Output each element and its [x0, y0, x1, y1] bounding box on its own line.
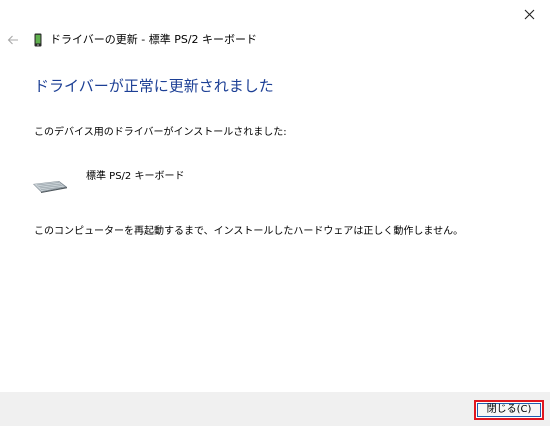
close-icon — [524, 9, 534, 19]
installed-message: このデバイス用のドライバーがインストールされました: — [34, 127, 287, 138]
window-close-button[interactable] — [516, 4, 542, 24]
dialog-header-title: ドライバーの更新 - 標準 PS/2 キーボード — [50, 33, 258, 46]
close-button-label: 閉じる(C) — [477, 403, 541, 417]
dialog-footer — [0, 392, 550, 426]
restart-message: このコンピューターを再起動するまで、インストールしたハードウェアは正しく動作しま… — [34, 226, 464, 237]
device-name: 標準 PS/2 キーボード — [86, 171, 185, 182]
device-phone-icon — [34, 33, 42, 47]
success-heading: ドライバーが正常に更新されました — [34, 77, 274, 95]
back-arrow-icon — [7, 35, 18, 45]
back-button[interactable] — [4, 31, 22, 49]
close-dialog-button[interactable]: 閉じる(C) — [474, 400, 544, 420]
keyboard-icon — [33, 181, 67, 193]
